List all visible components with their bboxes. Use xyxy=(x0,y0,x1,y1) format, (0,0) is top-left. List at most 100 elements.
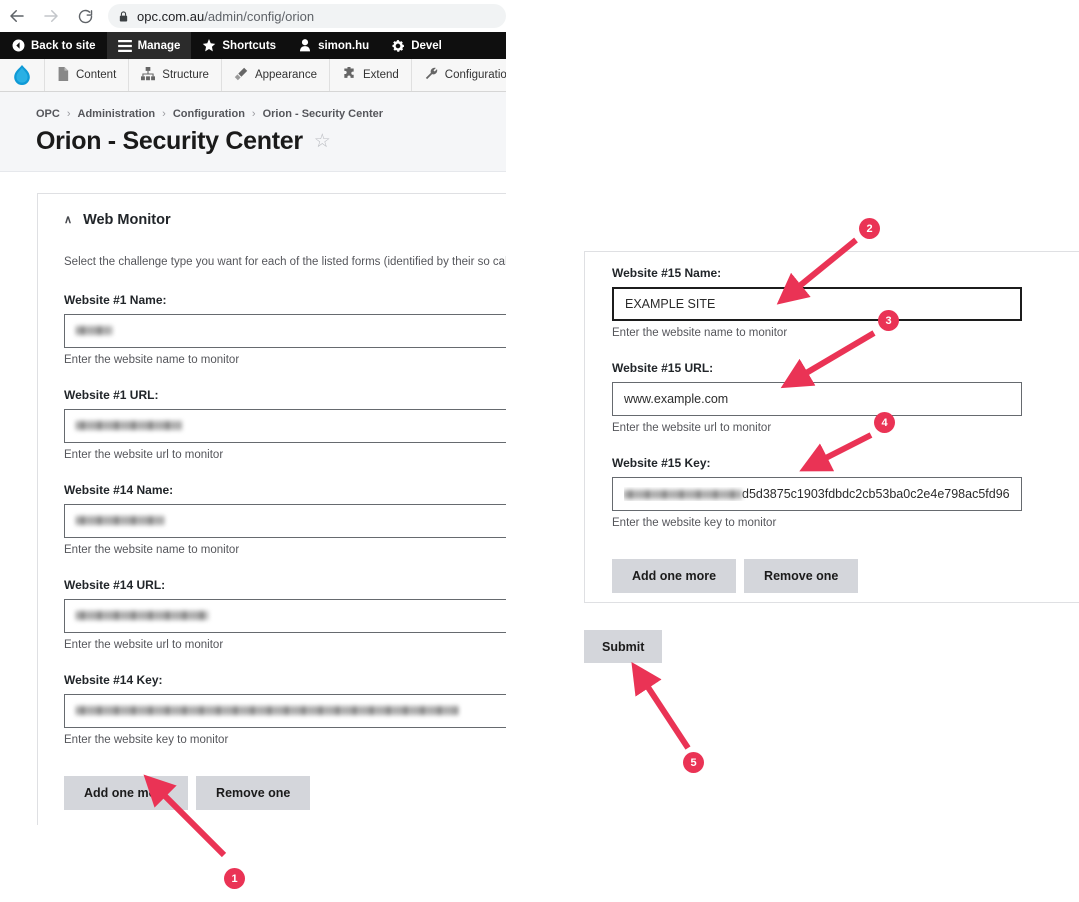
submit-button[interactable]: Submit xyxy=(584,630,663,663)
field-description: Enter the website name to monitor xyxy=(64,353,240,366)
field-description: Enter the website url to monitor xyxy=(64,638,224,651)
submit-button-wrapper: Submit xyxy=(584,630,663,663)
toolbar-label: Shortcuts xyxy=(222,39,277,52)
toolbar-item-user[interactable]: simon.hu xyxy=(287,32,380,59)
field-label: Website #1 Name: xyxy=(64,292,167,307)
page-title: Orion - Security Center xyxy=(36,127,303,155)
breadcrumb: OPC › Administration › Configuration › O… xyxy=(36,108,506,120)
url-domain: opc.com.au xyxy=(137,8,205,24)
field-website-14-name: Website #14 Name: Enter the website name… xyxy=(64,483,506,556)
admin-menu-label: Extend xyxy=(362,69,399,81)
admin-menu-item-configuration[interactable]: Configuration xyxy=(412,59,506,91)
web-monitor-form-card: ∧ Web Monitor Select the challenge type … xyxy=(37,193,506,825)
field-website-15-url: Website #15 URL: www.example.com Enter t… xyxy=(612,361,1079,434)
breadcrumb-separator: › xyxy=(66,108,71,120)
redacted-value xyxy=(76,611,208,621)
file-icon xyxy=(57,66,69,84)
redacted-value xyxy=(76,706,458,716)
toolbar-label: Back to site xyxy=(31,39,96,52)
admin-menu-item-content[interactable]: Content xyxy=(45,59,130,91)
remove-one-button-right[interactable]: Remove one xyxy=(744,559,859,593)
address-bar[interactable]: opc.com.au/admin/config/orion xyxy=(108,4,506,28)
field-label: Website #14 Name: xyxy=(64,482,174,497)
drupal-admin-toolbar: Back to site Manage Shortcuts simon.hu D… xyxy=(0,32,506,59)
field-label: Website #15 URL: xyxy=(612,361,714,375)
field-website-15-name: Website #15 Name: EXAMPLE SITE Enter the… xyxy=(612,266,1079,339)
key-visible-value: d5d3875c1903fdbdc2cb53ba0c2e4e798ac5fd96… xyxy=(742,487,1010,501)
toolbar-item-manage[interactable]: Manage xyxy=(106,32,192,59)
website-15-form-card: Website #15 Name: EXAMPLE SITE Enter the… xyxy=(584,251,1079,603)
right-button-row: Add one more Remove one xyxy=(612,559,1079,593)
annotation-marker-4: 4 xyxy=(874,412,895,433)
chevron-up-icon: ∧ xyxy=(64,213,73,226)
toolbar-item-shortcuts[interactable]: Shortcuts xyxy=(191,32,287,59)
admin-menu-label: Content xyxy=(76,69,117,81)
field-label: Website #14 Key: xyxy=(64,672,163,687)
website-14-key-input[interactable] xyxy=(64,693,506,728)
annotation-marker-5: 5 xyxy=(683,752,704,773)
annotation-arrow-5 xyxy=(631,661,691,750)
redacted-value xyxy=(76,326,112,336)
browser-window: opc.com.au/admin/config/orion Back to si… xyxy=(0,0,506,825)
field-description: Enter the website key to monitor xyxy=(612,517,777,529)
admin-menu-item-structure[interactable]: Structure xyxy=(129,59,222,91)
user-icon xyxy=(298,39,312,52)
field-website-14-url: Website #14 URL: Enter the website url t… xyxy=(64,578,506,651)
hamburger-icon xyxy=(117,39,132,52)
page-title-row: Orion - Security Center ☆ xyxy=(36,127,506,156)
breadcrumb-item-configuration[interactable]: Configuration xyxy=(173,108,245,120)
forward-button[interactable] xyxy=(34,0,68,32)
admin-menu-label: Configuration xyxy=(444,69,506,81)
field-label: Website #15 Key: xyxy=(612,456,711,470)
remove-one-button-left[interactable]: Remove one xyxy=(196,775,311,810)
field-website-14-key: Website #14 Key: Enter the website key t… xyxy=(64,673,506,746)
field-description: Enter the website name to monitor xyxy=(64,543,240,556)
toolbar-item-devel[interactable]: Devel xyxy=(380,32,453,59)
add-one-more-button-right[interactable]: Add one more xyxy=(612,559,737,593)
breadcrumb-item-current[interactable]: Orion - Security Center xyxy=(263,108,383,120)
key-value-wrapper: d5d3875c1903fdbdc2cb53ba0c2e4e798ac5fd96… xyxy=(624,487,1010,501)
website-1-url-input[interactable] xyxy=(64,408,506,443)
admin-menu-item-appearance[interactable]: Appearance xyxy=(222,59,330,91)
annotation-marker-1: 1 xyxy=(224,868,245,889)
field-description: Enter the website url to monitor xyxy=(64,448,224,461)
page-header: OPC › Administration › Configuration › O… xyxy=(0,92,506,172)
wrench-icon xyxy=(424,67,438,84)
web-monitor-legend[interactable]: ∧ Web Monitor xyxy=(64,212,506,228)
bookmark-star-icon[interactable]: ☆ xyxy=(314,132,331,151)
website-15-url-input[interactable]: www.example.com xyxy=(612,382,1022,416)
website-15-key-input[interactable]: d5d3875c1903fdbdc2cb53ba0c2e4e798ac5fd96… xyxy=(612,477,1022,511)
website-14-url-input[interactable] xyxy=(64,598,506,633)
gear-icon xyxy=(391,39,405,53)
web-monitor-description: Select the challenge type you want for e… xyxy=(64,254,506,271)
website-15-name-input[interactable]: EXAMPLE SITE xyxy=(612,287,1022,321)
web-monitor-legend-label: Web Monitor xyxy=(83,212,171,228)
lock-icon xyxy=(118,10,129,23)
redacted-value-prefix xyxy=(624,490,742,500)
puzzle-icon xyxy=(342,65,356,84)
field-description: Enter the website url to monitor xyxy=(612,422,772,434)
description-text: Select the challenge type you want for e… xyxy=(64,256,506,268)
website-14-name-input[interactable] xyxy=(64,503,506,538)
sitemap-icon xyxy=(141,66,156,84)
field-description: Enter the website key to monitor xyxy=(64,733,229,746)
back-button[interactable] xyxy=(0,0,34,32)
breadcrumb-separator: › xyxy=(251,108,256,120)
browser-chrome-bar: opc.com.au/admin/config/orion xyxy=(0,0,506,32)
breadcrumb-item-administration[interactable]: Administration xyxy=(78,108,156,120)
field-description: Enter the website name to monitor xyxy=(612,327,788,339)
reload-button[interactable] xyxy=(68,0,102,32)
field-website-1-name: Website #1 Name: Enter the website name … xyxy=(64,293,506,366)
website-1-name-input[interactable] xyxy=(64,313,506,348)
field-label: Website #1 URL: xyxy=(64,387,159,402)
toolbar-label: Manage xyxy=(137,39,181,52)
drupal-drop-logo[interactable] xyxy=(0,59,45,91)
admin-menu-item-extend[interactable]: Extend xyxy=(330,59,412,91)
breadcrumb-item-opc[interactable]: OPC xyxy=(36,108,60,120)
toolbar-label: simon.hu xyxy=(318,39,370,52)
left-button-row: Add one more Remove one xyxy=(64,775,506,810)
field-label: Website #14 URL: xyxy=(64,577,166,592)
annotation-marker-3: 3 xyxy=(878,310,899,331)
add-one-more-button-left[interactable]: Add one more xyxy=(64,775,189,810)
toolbar-item-back-to-site[interactable]: Back to site xyxy=(0,32,107,59)
